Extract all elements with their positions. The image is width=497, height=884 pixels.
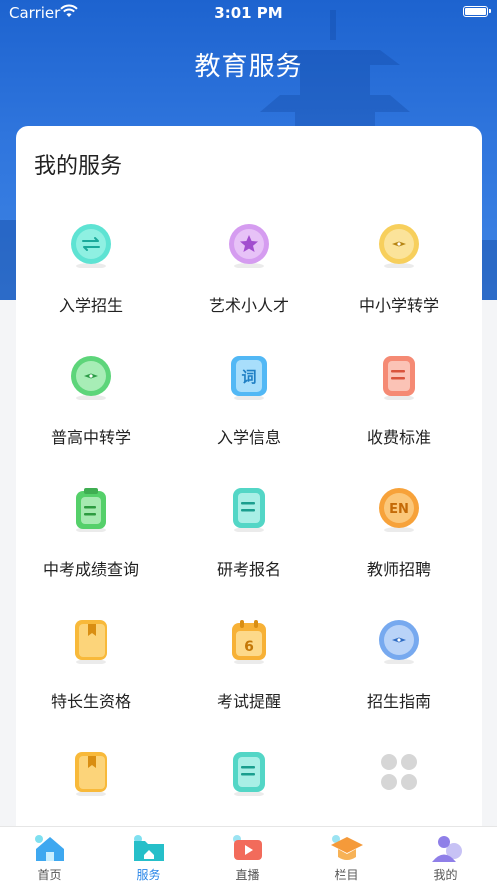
tab-live[interactable]: 直播 (198, 827, 297, 884)
service-item[interactable]: 艺术小人才 (174, 222, 324, 342)
user-icon (432, 836, 462, 862)
tab-home[interactable]: 首页 (0, 827, 99, 884)
service-item[interactable]: 普高中转学 (16, 354, 166, 474)
service-item-label: 普高中转学 (50, 428, 131, 447)
tab-live-label: 直播 (235, 868, 260, 882)
more-grid-icon (381, 754, 417, 790)
swap-icon (71, 224, 111, 268)
service-item-label: 考试提醒 (216, 692, 281, 711)
tab-home-label: 首页 (37, 868, 62, 882)
battery-icon (463, 6, 491, 17)
service-item-label: 特长生资格 (50, 692, 131, 711)
service-item[interactable] (324, 750, 474, 826)
tab-mine-label: 我的 (433, 868, 458, 882)
folder-icon (134, 835, 164, 861)
tv-play-icon (233, 835, 262, 860)
tab-bar: 首页 服务 直播 栏目 我的 (0, 826, 497, 884)
service-item[interactable] (16, 750, 166, 826)
home-icon (35, 835, 64, 861)
compass-icon (379, 620, 419, 664)
service-item[interactable]: 研考报名 (174, 486, 324, 606)
graduation-cap-icon (331, 835, 363, 860)
compass-icon (71, 356, 111, 400)
svg-text:词: 词 (241, 368, 256, 386)
en-badge-icon: EN (379, 488, 419, 532)
tab-mine[interactable]: 我的 (396, 827, 495, 884)
svg-text:6: 6 (244, 639, 254, 655)
document-icon (233, 752, 265, 796)
page-title: 教育服务 (194, 52, 303, 82)
service-item-label: 入学信息 (216, 428, 281, 447)
calendar-icon: 6 (232, 620, 266, 664)
service-item[interactable] (174, 750, 324, 826)
compass-icon (379, 224, 419, 268)
service-item[interactable]: 收费标准 (324, 354, 474, 474)
service-item[interactable]: 招生指南 (324, 618, 474, 738)
clock: 3:01 PM (214, 4, 283, 22)
service-item[interactable]: 6 考试提醒 (174, 618, 324, 738)
service-item-label: 入学招生 (58, 296, 123, 315)
service-item-label: 中考成绩查询 (42, 560, 139, 579)
tab-columns-label: 栏目 (334, 868, 359, 882)
service-item-label: 教师招聘 (366, 560, 431, 579)
service-item[interactable]: 入学招生 (16, 222, 166, 342)
service-item-label: 收费标准 (366, 428, 431, 447)
service-item-label: 招生指南 (366, 692, 431, 711)
service-item[interactable]: 特长生资格 (16, 618, 166, 738)
service-item[interactable]: EN 教师招聘 (324, 486, 474, 606)
document-icon (233, 488, 265, 532)
service-item-label: 艺术小人才 (208, 296, 289, 315)
clipboard-icon (76, 488, 106, 532)
service-item-label: 中小学转学 (358, 296, 439, 315)
tab-services[interactable]: 服务 (99, 827, 198, 884)
tab-services-label: 服务 (136, 868, 161, 882)
service-item[interactable]: 中小学转学 (324, 222, 474, 342)
bookmark-book-icon (75, 752, 107, 796)
star-icon (229, 224, 269, 268)
tab-columns[interactable]: 栏目 (297, 827, 396, 884)
svg-text:EN: EN (389, 502, 409, 517)
document-icon (383, 356, 415, 400)
status-bar: Carrier 3:01 PM (0, 0, 497, 26)
services-card: 我的服务 入学招生 艺术小人才 中小学转学 普高中转学词入学信息 收费标准 中考成绩查询研… (16, 126, 482, 826)
section-title: 我的服务 (34, 154, 123, 179)
bookmark-book-icon (75, 620, 107, 664)
service-item[interactable]: 词入学信息 (174, 354, 324, 474)
dictionary-icon: 词 (231, 356, 267, 400)
service-item-label: 研考报名 (216, 560, 281, 579)
service-item[interactable]: 中考成绩查询 (16, 486, 166, 606)
